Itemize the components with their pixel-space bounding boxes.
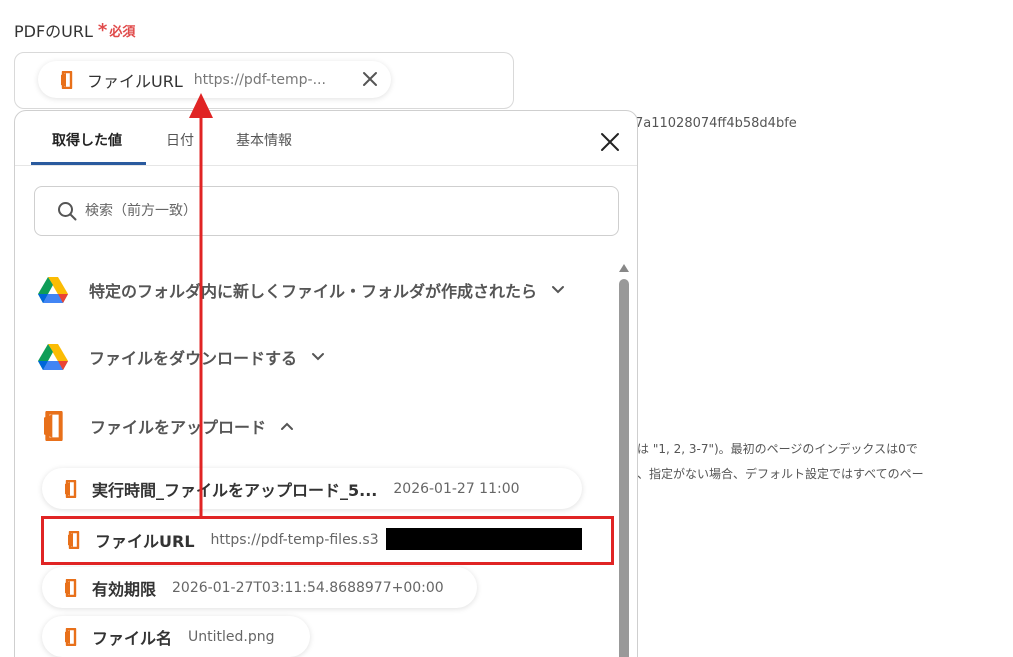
item-value: 2026-01-27T03:11:54.8688977+00:00 bbox=[172, 579, 444, 596]
item-value: Untitled.png bbox=[188, 628, 275, 645]
redaction-bar bbox=[386, 528, 582, 550]
item-name: ファイル名 bbox=[92, 628, 173, 648]
active-tab-indicator bbox=[31, 162, 146, 165]
section-download-file[interactable]: ファイルをダウンロードする bbox=[37, 343, 325, 371]
list-item[interactable]: 有効期限 2026-01-27T03:11:54.8688977+00:00 bbox=[42, 567, 477, 608]
section-title: ファイルをアップロード bbox=[90, 418, 267, 437]
tab-basic-info[interactable]: 基本情報 bbox=[236, 130, 292, 150]
selected-chip-name: ファイルURL bbox=[87, 71, 183, 91]
section-upload-file[interactable]: ファイルをアップロード bbox=[42, 411, 294, 441]
selected-value-chip[interactable]: ファイルURL https://pdf-temp-... bbox=[38, 61, 391, 98]
close-icon[interactable] bbox=[599, 131, 621, 153]
office-icon bbox=[65, 479, 77, 498]
close-icon[interactable] bbox=[361, 70, 379, 88]
field-label-text: PDFのURL bbox=[14, 22, 93, 41]
search-icon bbox=[58, 202, 77, 221]
office-icon bbox=[61, 70, 73, 89]
chevron-down-icon bbox=[552, 286, 565, 294]
tab-date[interactable]: 日付 bbox=[166, 130, 194, 150]
background-hash-text: 7a11028074ff4b58d4bfe bbox=[635, 116, 797, 131]
section-title: 特定のフォルダ内に新しくファイル・フォルダが作成されたら bbox=[89, 282, 538, 301]
item-name: 有効期限 bbox=[92, 579, 157, 599]
office-icon bbox=[65, 627, 77, 646]
search-input[interactable] bbox=[85, 203, 585, 219]
background-help-line-2: 、指定がない場合、デフォルト設定ではすべてのペー bbox=[637, 467, 924, 481]
scrollbar-thumb[interactable] bbox=[619, 279, 629, 657]
background-help-line-1: は "1, 2, 3-7")。最初のページのインデックスは0で bbox=[637, 442, 918, 456]
item-name: 実行時間_ファイルをアップロード_5... bbox=[92, 480, 378, 500]
field-label: PDFのURL * 必須 bbox=[14, 18, 135, 42]
item-value: 2026-01-27 11:00 bbox=[393, 480, 520, 497]
scroll-up-arrow-icon[interactable] bbox=[618, 263, 630, 273]
section-folder-trigger[interactable]: 特定のフォルダ内に新しくファイル・フォルダが作成されたら bbox=[37, 276, 565, 304]
tab-bar: 取得した値 日付 基本情報 bbox=[15, 111, 637, 166]
required-text: 必須 bbox=[109, 24, 136, 40]
chevron-up-icon bbox=[281, 422, 294, 430]
list-item[interactable]: 実行時間_ファイルをアップロード_5... 2026-01-27 11:00 bbox=[42, 468, 582, 509]
search-box bbox=[34, 186, 619, 236]
required-star: * bbox=[97, 19, 108, 41]
google-drive-icon bbox=[38, 344, 68, 370]
section-title: ファイルをダウンロードする bbox=[89, 349, 298, 368]
office-icon bbox=[65, 578, 77, 597]
google-drive-icon bbox=[38, 277, 68, 303]
selected-chip-value: https://pdf-temp-... bbox=[193, 71, 326, 88]
tab-retrieved-values[interactable]: 取得した値 bbox=[52, 130, 122, 150]
chevron-down-icon bbox=[312, 353, 325, 361]
list-item[interactable]: ファイル名 Untitled.png bbox=[42, 616, 310, 657]
office-icon bbox=[44, 411, 63, 441]
